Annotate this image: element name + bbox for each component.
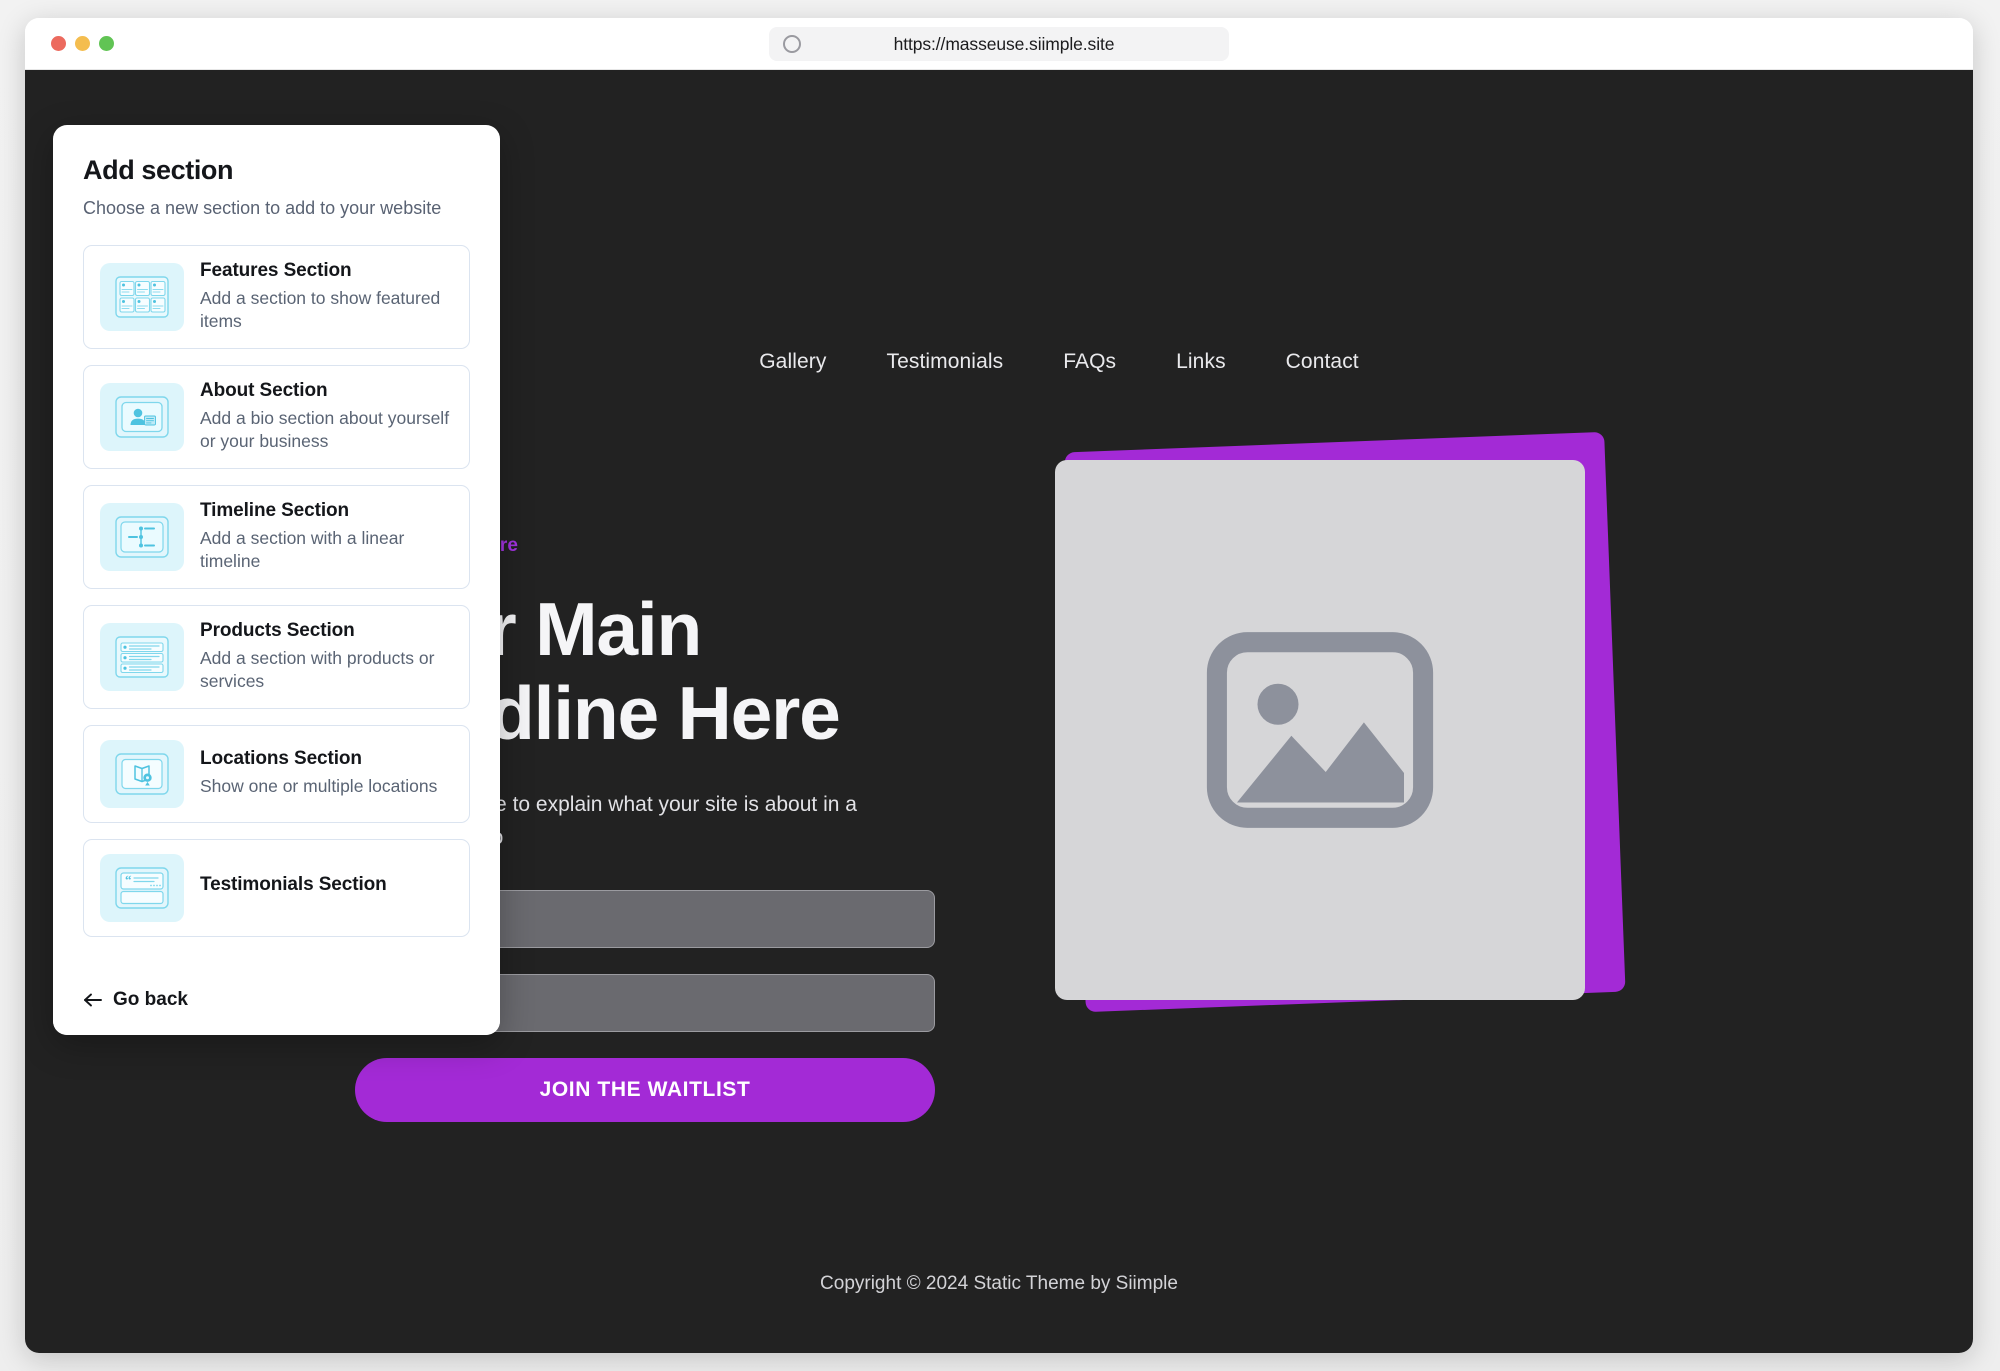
- section-option-desc: Show one or multiple locations: [200, 776, 438, 797]
- page-viewport: Gallery Testimonials FAQs Links Contact …: [25, 70, 1973, 1353]
- map-pin-icon: [100, 739, 184, 808]
- go-back-label: Go back: [113, 989, 188, 1010]
- nav-item-links[interactable]: Links: [1146, 350, 1256, 374]
- nav-item-testimonials[interactable]: Testimonials: [856, 350, 1033, 374]
- nav-item-contact[interactable]: Contact: [1256, 350, 1389, 374]
- join-waitlist-button[interactable]: JOIN THE WAITLIST: [355, 1058, 935, 1123]
- panel-subtitle: Choose a new section to add to your webs…: [83, 198, 442, 218]
- section-option-name: Locations Section: [200, 748, 362, 770]
- section-option-desc: Add a section with products or services: [200, 647, 435, 692]
- panel-title: Add section: [83, 155, 234, 185]
- section-option-text: Locations Section Show one or multiple l…: [200, 748, 437, 798]
- panel-header: Add section Choose a new section to add …: [53, 125, 500, 225]
- nav-item-gallery[interactable]: Gallery: [729, 350, 856, 374]
- arrow-left-icon: [84, 993, 102, 1007]
- section-option-desc: Add a bio section about yourself or your…: [200, 407, 450, 452]
- footer-copyright: Copyright © 2024 Static Theme by Siimple: [820, 1273, 1178, 1294]
- section-list[interactable]: Features Section Add a section to show f…: [53, 225, 500, 973]
- svg-text:“: “: [125, 872, 132, 887]
- browser-window: https://masseuse.siimple.site Gallery Te…: [25, 18, 1973, 1353]
- panel-footer: Go back: [53, 973, 500, 1035]
- hero-media: [1055, 431, 1903, 1122]
- section-option-text: About Section Add a bio section about yo…: [200, 380, 453, 454]
- traffic-lights: [51, 36, 114, 51]
- section-option-text: Features Section Add a section to show f…: [200, 260, 453, 334]
- section-option-desc: Add a section with a linear timeline: [200, 527, 405, 572]
- section-option-features[interactable]: Features Section Add a section to show f…: [83, 245, 470, 349]
- image-placeholder-icon: [1206, 632, 1434, 828]
- maximize-window-button[interactable]: [99, 36, 114, 51]
- section-option-name: Products Section: [200, 619, 355, 641]
- section-option-products[interactable]: Products Section Add a section with prod…: [83, 604, 470, 709]
- section-option-text: Products Section Add a section with prod…: [200, 620, 453, 694]
- section-option-name: Features Section: [200, 260, 352, 281]
- section-option-text: Testimonials Section: [200, 874, 387, 901]
- section-option-timeline[interactable]: Timeline Section Add a section with a li…: [83, 484, 470, 589]
- section-option-name: About Section: [200, 379, 328, 401]
- desktop-backdrop: https://masseuse.siimple.site Gallery Te…: [0, 0, 2000, 1371]
- section-option-text: Timeline Section Add a section with a li…: [200, 500, 453, 574]
- product-list-icon: [100, 622, 184, 691]
- section-option-name: Testimonials Section: [200, 874, 387, 895]
- section-option-locations[interactable]: Locations Section Show one or multiple l…: [83, 724, 470, 823]
- section-option-testimonials[interactable]: “ Testimonials Section: [83, 838, 470, 937]
- section-option-desc: Add a section to show featured items: [200, 288, 441, 332]
- person-card-icon: [100, 382, 184, 451]
- browser-chrome: https://masseuse.siimple.site: [25, 18, 1973, 70]
- go-back-button[interactable]: Go back: [83, 989, 188, 1011]
- quote-card-icon: “: [100, 853, 184, 922]
- close-window-button[interactable]: [51, 36, 66, 51]
- section-option-name: Timeline Section: [200, 499, 350, 521]
- add-section-panel: Add section Choose a new section to add …: [53, 125, 500, 1035]
- features-grid-icon: [100, 262, 184, 331]
- hero-image-placeholder: [1055, 460, 1585, 1000]
- section-option-about[interactable]: About Section Add a bio section about yo…: [83, 364, 470, 469]
- address-bar[interactable]: https://masseuse.siimple.site: [769, 27, 1229, 61]
- minimize-window-button[interactable]: [75, 36, 90, 51]
- url-text: https://masseuse.siimple.site: [893, 33, 1115, 54]
- nav-item-faqs[interactable]: FAQs: [1033, 350, 1146, 374]
- timeline-icon: [100, 502, 184, 571]
